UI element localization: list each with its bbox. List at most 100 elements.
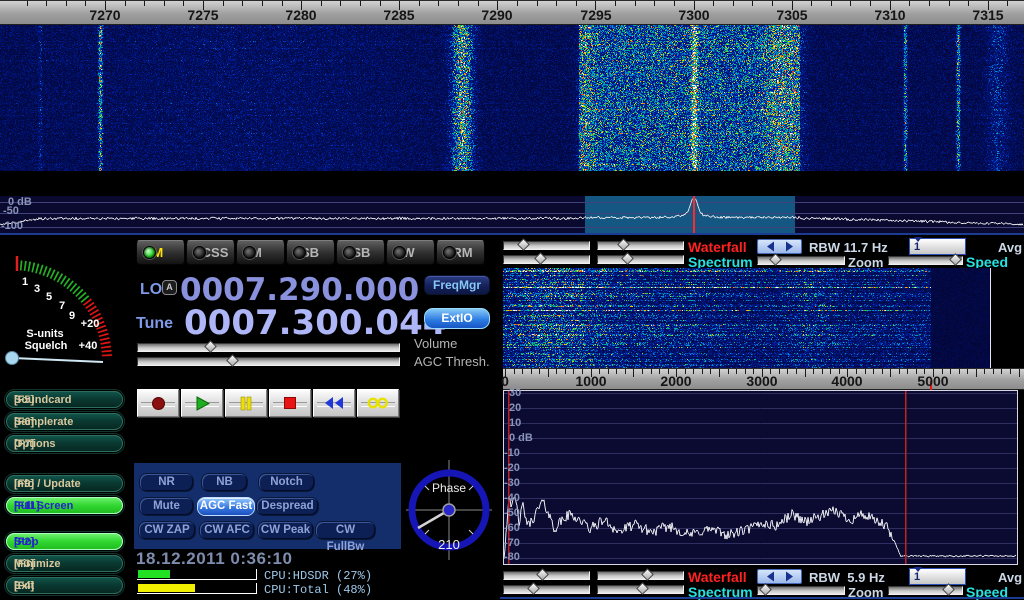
mode-button-fm[interactable]: FM (236, 240, 285, 265)
mode-button-ecss[interactable]: ECSS (186, 240, 235, 265)
divider-line (0, 233, 1024, 235)
mode-button-usb[interactable]: USB (336, 240, 385, 265)
audio-spectrum[interactable] (503, 390, 1018, 565)
exit-button[interactable]: Exit[F4] (6, 577, 123, 594)
freq-tick-label: 7300 (664, 7, 724, 23)
db-label: 10 (509, 417, 521, 429)
stop-icon (283, 396, 297, 410)
rbw-arrows-button-2[interactable] (757, 569, 802, 584)
smeter-label: 7 (59, 300, 65, 312)
cw-afc-button[interactable]: CW AFC (200, 522, 254, 539)
waterfall-contrast-slider-2[interactable] (597, 571, 684, 580)
lo-a-badge[interactable]: A (162, 280, 177, 295)
waterfall-brightness-slider[interactable] (503, 241, 590, 250)
mode-button-am[interactable]: AM (136, 240, 185, 265)
cw-fullbw-button[interactable]: CW FullBw (316, 522, 375, 539)
db-label: 20 (509, 402, 521, 414)
left-right-arrows-icon (762, 241, 798, 252)
db-label: -60 (504, 522, 520, 534)
cw-peak-button[interactable]: CW Peak (258, 522, 313, 539)
loop-button[interactable] (357, 389, 399, 417)
spectrum-contrast-slider-2[interactable] (597, 585, 684, 594)
smeter-squelch-label: Squelch (25, 340, 68, 352)
stop-button[interactable]: Stop[F2] (6, 533, 123, 550)
spectrum-brightness-slider[interactable] (503, 255, 590, 264)
info-update-button[interactable]: Info / Update[F9] (6, 475, 123, 492)
phase-dial: Phase 210 (404, 452, 494, 567)
tune-frequency-display[interactable]: 0007.300.044 (184, 303, 446, 343)
rf-spectrum-strip[interactable]: 0 dB -50 -100 (0, 196, 1024, 233)
datetime-display: 18.12.2011 0:36:10 (136, 549, 292, 569)
audio-tick-label: 5000 (903, 373, 963, 389)
rewind-button[interactable] (313, 389, 355, 417)
despread-button[interactable]: Despread (257, 498, 318, 515)
zoom-slider[interactable] (757, 256, 845, 265)
agc-thresh-slider-thumb[interactable] (226, 354, 239, 367)
waterfall-brightness-slider-2[interactable] (503, 571, 590, 580)
nb-button[interactable]: NB (202, 474, 247, 491)
zoom-slider-2[interactable] (757, 586, 845, 595)
audio-spectrum-canvas (504, 391, 1017, 564)
divider-line (500, 597, 1024, 599)
audio-waterfall[interactable] (503, 268, 991, 368)
audio-frequency-scale[interactable]: 0 1000 2000 3000 4000 5000 (503, 368, 1024, 390)
mode-button-cw[interactable]: CW (386, 240, 435, 265)
mode-led-icon (343, 246, 356, 259)
agc-thresh-slider[interactable] (137, 357, 400, 366)
nr-button[interactable]: NR (140, 474, 193, 491)
record-button[interactable] (137, 389, 179, 417)
rf-frequency-scale[interactable]: 7270 7275 7280 7285 7290 7295 7300 7305 … (0, 0, 1024, 25)
rf-spectrum-canvas (0, 196, 1024, 233)
rbw-arrows-button[interactable] (757, 239, 802, 254)
chevron-down-icon (914, 567, 922, 572)
s-meter: 1 3 5 7 9 +20 +40 S-units Squelch (2, 238, 120, 394)
smeter-green-arc (20, 265, 87, 301)
audio-tick-label: 4000 (817, 373, 877, 389)
options-button[interactable]: Options[F7] (6, 435, 123, 452)
mode-button-lsb[interactable]: LSB (286, 240, 335, 265)
notch-button[interactable]: Notch (259, 474, 314, 491)
play-button[interactable] (181, 389, 223, 417)
extio-button[interactable]: ExtIO (424, 308, 490, 329)
volume-slider-thumb[interactable] (204, 340, 217, 353)
pause-button[interactable] (225, 389, 267, 417)
smeter-label: 9 (69, 310, 75, 322)
squelch-needle[interactable] (6, 352, 104, 365)
rbw-value-label-2: RBW 5.9 Hz (809, 570, 885, 585)
minimize-button[interactable]: Minimize[F3] (6, 555, 123, 572)
spectrum-brightness-slider-2[interactable] (503, 585, 590, 594)
waterfall-contrast-slider[interactable] (597, 241, 684, 250)
smeter-label: 5 (46, 291, 52, 303)
avg-label: Avg (998, 240, 1022, 255)
fullscreen-button[interactable]: Full Screen[F11] (6, 497, 123, 514)
stop-playback-button[interactable] (269, 389, 311, 417)
smeter-label: 1 (22, 276, 28, 288)
freq-tick-label: 7275 (173, 7, 233, 23)
mute-button[interactable]: Mute (140, 498, 193, 515)
volume-label: Volume (414, 336, 457, 351)
speed-slider[interactable] (888, 256, 963, 265)
mode-led-icon (243, 246, 256, 259)
speed-slider-2[interactable] (888, 586, 963, 595)
agc-fast-button[interactable]: AGC Fast (198, 498, 254, 515)
audio-tick-label: 3000 (732, 373, 792, 389)
freqmgr-button[interactable]: FreqMgr (424, 275, 490, 295)
soundcard-button[interactable]: Soundcard[F5] (6, 391, 123, 408)
avg-select[interactable]: 1 (909, 238, 966, 255)
freq-tick-label: 7315 (958, 7, 1018, 23)
spectrum-contrast-slider[interactable] (597, 255, 684, 264)
cw-zap-button[interactable]: CW ZAP (139, 522, 195, 539)
db-label: -30 (504, 477, 520, 489)
db-label: -20 (504, 462, 520, 474)
avg-label-2: Avg (998, 570, 1022, 585)
volume-slider[interactable] (137, 343, 400, 352)
avg-select-2[interactable]: 1 (909, 568, 966, 585)
db-label: 0 dB (509, 432, 533, 444)
agc-thresh-label: AGC Thresh. (414, 354, 490, 369)
mode-led-icon (143, 246, 156, 259)
mode-button-drm[interactable]: DRM (436, 240, 485, 265)
tune-label: Tune (136, 315, 173, 333)
samplerate-button[interactable]: Samplerate[F6] (6, 413, 123, 430)
smeter-label: 3 (34, 283, 40, 295)
loop-icon (367, 396, 389, 410)
